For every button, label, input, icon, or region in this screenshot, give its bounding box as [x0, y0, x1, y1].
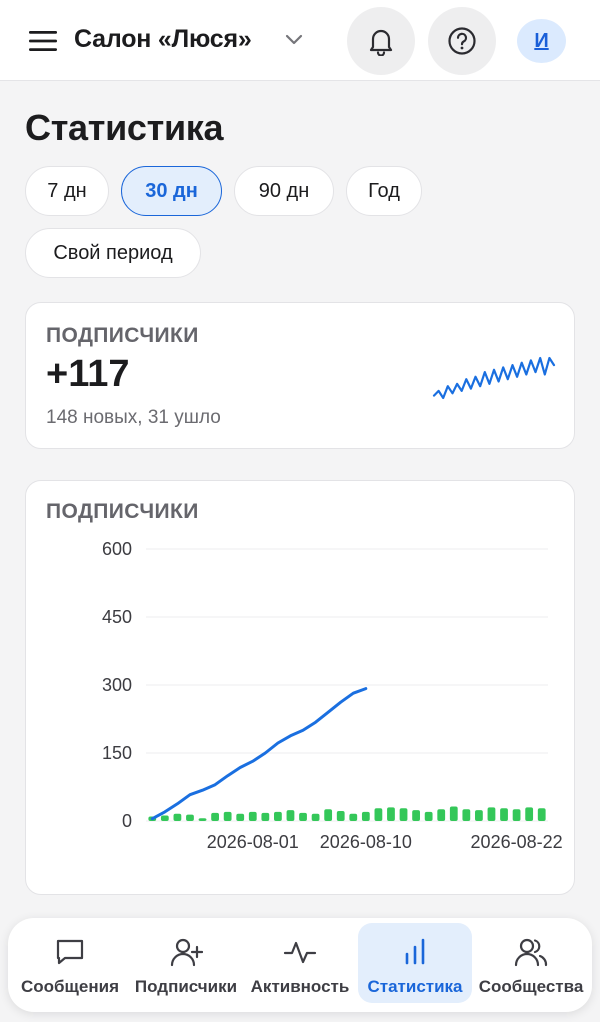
user-add-icon — [170, 938, 203, 967]
nav-label: Сообщения — [21, 977, 119, 996]
bar-mark — [475, 810, 483, 821]
bar-mark — [261, 812, 270, 821]
chevron-down-icon — [285, 34, 303, 45]
x-tick-label: 2026-08-10 — [320, 832, 412, 852]
menu-icon — [29, 31, 57, 51]
period-chip-year[interactable]: Год — [346, 166, 422, 216]
subscribers-detail: 148 новых, 31 ушло — [46, 407, 221, 428]
bar-mark — [186, 814, 194, 821]
bar-mark — [236, 813, 245, 821]
bar-mark — [399, 808, 408, 821]
bar-mark — [274, 811, 282, 821]
nav-label: Подписчики — [134, 977, 238, 996]
y-tick-label: 600 — [102, 539, 132, 559]
avatar-letter: И — [534, 29, 549, 52]
bar-mark — [462, 809, 471, 821]
help-button[interactable] — [428, 7, 496, 75]
bar-mark — [173, 813, 182, 821]
bar-mark — [437, 809, 446, 821]
bar-chart-icon — [405, 938, 425, 965]
chat-icon — [56, 939, 84, 965]
period-chip-7d[interactable]: 7 дн — [25, 166, 109, 216]
subscribers-delta: +117 — [46, 353, 130, 395]
menu-button[interactable] — [24, 22, 62, 60]
activity-icon — [283, 941, 317, 964]
nav-item-communities[interactable]: Сообщества — [474, 923, 588, 1003]
bar-mark — [500, 808, 508, 821]
bar-mark — [324, 809, 333, 821]
nav-label: Активность — [250, 977, 350, 996]
card-label: подписчики — [46, 324, 199, 347]
bar-mark — [211, 812, 219, 821]
line-series — [150, 687, 368, 821]
subscribers-summary-card[interactable]: подписчики +117 148 новых, 31 ушло — [25, 302, 575, 449]
period-chip-custom[interactable]: Свой период — [25, 228, 201, 278]
bar-mark — [349, 813, 358, 821]
avatar[interactable]: И — [517, 19, 566, 63]
y-tick-label: 0 — [122, 811, 132, 831]
period-chip-30d[interactable]: 30 дн — [121, 166, 222, 216]
bar-mark — [512, 809, 521, 821]
notifications-button[interactable] — [347, 7, 415, 75]
bar-mark — [223, 811, 232, 821]
salon-dropdown[interactable] — [280, 26, 308, 54]
sparkline-series — [432, 356, 556, 400]
subscribers-chart: 0 150 300 450 600 2026-08-01 2026-08-10 2026-08… — [102, 539, 563, 852]
bell-icon — [369, 29, 393, 56]
nav-item-statistics[interactable]: Статистика — [358, 923, 472, 1003]
nav-item-messages[interactable]: Сообщения — [13, 923, 127, 1003]
subscribers-chart-card: подписчики 0 150 300 450 600 2026-08-01 2026-0… — [25, 480, 575, 895]
bar-mark — [286, 810, 295, 821]
bar-mark — [424, 811, 433, 821]
salon-title[interactable]: Салон «Люся» — [74, 25, 252, 54]
users-icon — [514, 938, 548, 967]
bar-mark — [311, 813, 320, 821]
nav-item-subscribers[interactable]: Подписчики — [129, 923, 243, 1003]
bar-mark — [336, 811, 345, 821]
y-tick-label: 450 — [102, 607, 132, 627]
nav-item-activity[interactable]: Активность — [245, 923, 355, 1003]
bar-mark — [374, 808, 383, 821]
bar-mark — [299, 812, 307, 821]
page-title: Статистика — [25, 107, 224, 148]
sparkline — [432, 356, 556, 400]
bar-mark — [248, 811, 257, 821]
bar-mark — [160, 815, 169, 821]
x-tick-label: 2026-08-01 — [207, 832, 299, 852]
bar-mark — [412, 810, 420, 821]
nav-label: Сообщества — [478, 977, 584, 996]
help-icon — [448, 27, 476, 55]
x-tick-label: 2026-08-22 — [471, 832, 563, 852]
bar-mark — [198, 818, 207, 821]
bar-mark — [361, 811, 370, 821]
bar-mark — [537, 808, 546, 821]
bottom-nav: Сообщения Подписчики Активность Статисти… — [8, 918, 592, 1012]
y-tick-label: 150 — [102, 743, 132, 763]
bar-mark — [449, 806, 458, 821]
bar-mark — [525, 807, 534, 821]
y-tick-label: 300 — [102, 675, 132, 695]
bar-mark — [487, 807, 496, 821]
bar-mark — [387, 807, 395, 821]
nav-label: Статистика — [367, 977, 463, 996]
period-chip-90d[interactable]: 90 дн — [234, 166, 334, 216]
top-bar: Салон «Люся» И — [0, 0, 600, 81]
